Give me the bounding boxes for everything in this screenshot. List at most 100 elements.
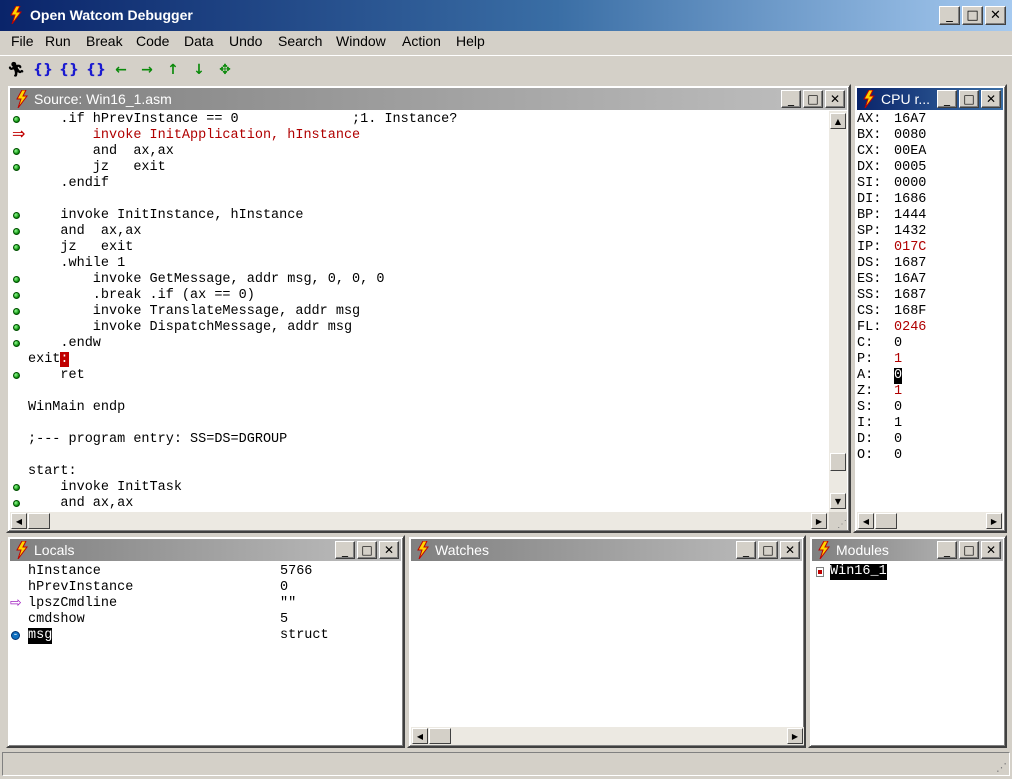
local-value[interactable]: 5766 [280, 564, 312, 580]
register-value[interactable]: 16A7 [894, 272, 926, 288]
register-value[interactable]: 168F [894, 304, 926, 320]
breakpoint-icon[interactable] [13, 308, 20, 315]
register-value[interactable]: 0005 [894, 160, 926, 176]
cpu-window[interactable]: CPU r... _ □ ✕ AX: 16A7 BX: 0080 CX: 00EA DX: 0… [853, 84, 1007, 533]
hscroll-thumb[interactable] [875, 513, 897, 529]
locals-maximize-button[interactable]: □ [357, 541, 377, 559]
app-title-bar[interactable]: Open Watcom Debugger _ □ ✕ [0, 0, 1012, 31]
register-value[interactable]: 1686 [894, 192, 926, 208]
pointer-arrow-icon[interactable]: ⇨ [10, 595, 22, 611]
modules-title-bar[interactable]: Modules _ □ ✕ [812, 539, 1003, 561]
step-over-icon[interactable]: {} [59, 60, 79, 80]
up-icon[interactable]: ↑ [163, 60, 183, 80]
code-line[interactable]: jz exit [28, 240, 133, 256]
local-value[interactable]: "" [280, 596, 296, 612]
register-value[interactable]: 0000 [894, 176, 926, 192]
source-vscrollbar[interactable]: ▲ ▼ [829, 111, 847, 513]
code-line[interactable]: .if hPrevInstance == 0 ;1. Instance? [28, 112, 457, 128]
code-line[interactable]: ;--- program entry: SS=DS=DGROUP [28, 432, 287, 448]
maximize-button[interactable]: □ [962, 6, 983, 25]
local-name[interactable]: lpszCmdline [28, 596, 117, 612]
menu-break[interactable]: Break [86, 33, 123, 49]
register-value[interactable]: 0 [894, 336, 902, 352]
breakpoint-icon[interactable] [13, 116, 20, 123]
code-line[interactable]: jz exit [28, 160, 166, 176]
locals-close-button[interactable]: ✕ [379, 541, 399, 559]
scroll-right-button[interactable]: ▶ [787, 728, 803, 744]
cpu-minimize-button[interactable]: _ [937, 90, 957, 108]
minimize-button[interactable]: _ [939, 6, 960, 25]
register-value[interactable]: 1 [894, 384, 902, 400]
register-value[interactable]: 0080 [894, 128, 926, 144]
code-line[interactable]: .break .if (ax == 0) [28, 288, 255, 304]
register-value[interactable]: 16A7 [894, 112, 926, 128]
register-value[interactable]: 1444 [894, 208, 926, 224]
breakpoint-icon[interactable] [13, 276, 20, 283]
hscroll-thumb[interactable] [28, 513, 50, 529]
hscroll-thumb[interactable] [429, 728, 451, 744]
register-value[interactable]: 0 [894, 368, 903, 384]
locals-minimize-button[interactable]: _ [335, 541, 355, 559]
breakpoint-icon[interactable] [13, 228, 20, 235]
scroll-up-button[interactable]: ▲ [830, 113, 846, 129]
code-line[interactable]: and ax,ax [28, 224, 141, 240]
watches-window[interactable]: Watches _ □ ✕ ◀ ▶ [407, 535, 806, 748]
breakpoint-icon[interactable] [13, 164, 20, 171]
close-button[interactable]: ✕ [985, 6, 1006, 25]
register-value[interactable]: 1 [894, 416, 902, 432]
register-value[interactable]: 0 [894, 400, 902, 416]
cpu-close-button[interactable]: ✕ [981, 90, 1001, 108]
scroll-right-button[interactable]: ▶ [986, 513, 1002, 529]
register-value[interactable]: 1687 [894, 256, 926, 272]
local-name[interactable]: hInstance [28, 564, 101, 580]
code-line[interactable]: ret [28, 368, 84, 384]
size-grip-icon[interactable]: ⋰ [996, 761, 1007, 774]
scroll-left-button[interactable]: ◀ [858, 513, 874, 529]
home-icon[interactable]: ✥ [215, 60, 235, 80]
cpu-title-bar[interactable]: CPU r... _ □ ✕ [857, 88, 1003, 110]
trace-icon[interactable]: {} [86, 60, 106, 80]
register-value[interactable]: 0246 [894, 320, 926, 336]
code-line[interactable]: .endif [28, 176, 109, 192]
locals-window[interactable]: Locals _ □ ✕ hInstance 5766 hPrevInstanc… [6, 535, 405, 748]
scroll-down-button[interactable]: ▼ [830, 493, 846, 509]
source-title-bar[interactable]: Source: Win16_1.asm _ □ ✕ [10, 88, 847, 110]
scroll-left-button[interactable]: ◀ [11, 513, 27, 529]
cpu-hscrollbar[interactable]: ◀ ▶ [857, 512, 1003, 530]
run-icon[interactable]: 🏃︎ [6, 60, 26, 80]
watches-close-button[interactable]: ✕ [780, 541, 800, 559]
menu-action[interactable]: Action [402, 33, 441, 49]
breakpoint-icon[interactable] [13, 484, 20, 491]
breakpoint-icon[interactable] [13, 340, 20, 347]
code-line[interactable]: WinMain endp [28, 400, 125, 416]
forward-icon[interactable]: → [137, 60, 157, 80]
source-code-area[interactable]: .if hPrevInstance == 0 ;1. Instance? inv… [10, 111, 827, 511]
menu-data[interactable]: Data [184, 33, 214, 49]
local-name-selected[interactable]: msg [28, 628, 53, 644]
register-value[interactable]: 017C [894, 240, 926, 256]
down-icon[interactable]: ↓ [189, 60, 209, 80]
breakpoint-icon[interactable] [13, 324, 20, 331]
scroll-thumb[interactable] [830, 453, 846, 471]
modules-window[interactable]: Modules _ □ ✕ Win16_1 [808, 535, 1007, 748]
code-line[interactable]: invoke InitTask [28, 480, 182, 496]
menu-search[interactable]: Search [278, 33, 322, 49]
local-value[interactable]: 0 [280, 580, 288, 596]
locals-title-bar[interactable]: Locals _ □ ✕ [10, 539, 401, 561]
watches-hscrollbar[interactable]: ◀ ▶ [411, 727, 804, 745]
code-line[interactable]: invoke InitInstance, hInstance [28, 208, 303, 224]
breakpoint-icon[interactable] [13, 500, 20, 507]
scroll-left-button[interactable]: ◀ [412, 728, 428, 744]
code-line-exit[interactable]: exit: [28, 352, 69, 368]
menu-code[interactable]: Code [136, 33, 169, 49]
code-line[interactable]: invoke DispatchMessage, addr msg [28, 320, 352, 336]
breakpoint-icon[interactable] [13, 244, 20, 251]
modules-minimize-button[interactable]: _ [937, 541, 957, 559]
watches-maximize-button[interactable]: □ [758, 541, 778, 559]
watches-title-bar[interactable]: Watches _ □ ✕ [411, 539, 802, 561]
register-value[interactable]: 0 [894, 432, 902, 448]
scroll-right-button[interactable]: ▶ [811, 513, 827, 529]
local-value[interactable]: struct [280, 628, 329, 644]
modules-maximize-button[interactable]: □ [959, 541, 979, 559]
menu-undo[interactable]: Undo [229, 33, 262, 49]
